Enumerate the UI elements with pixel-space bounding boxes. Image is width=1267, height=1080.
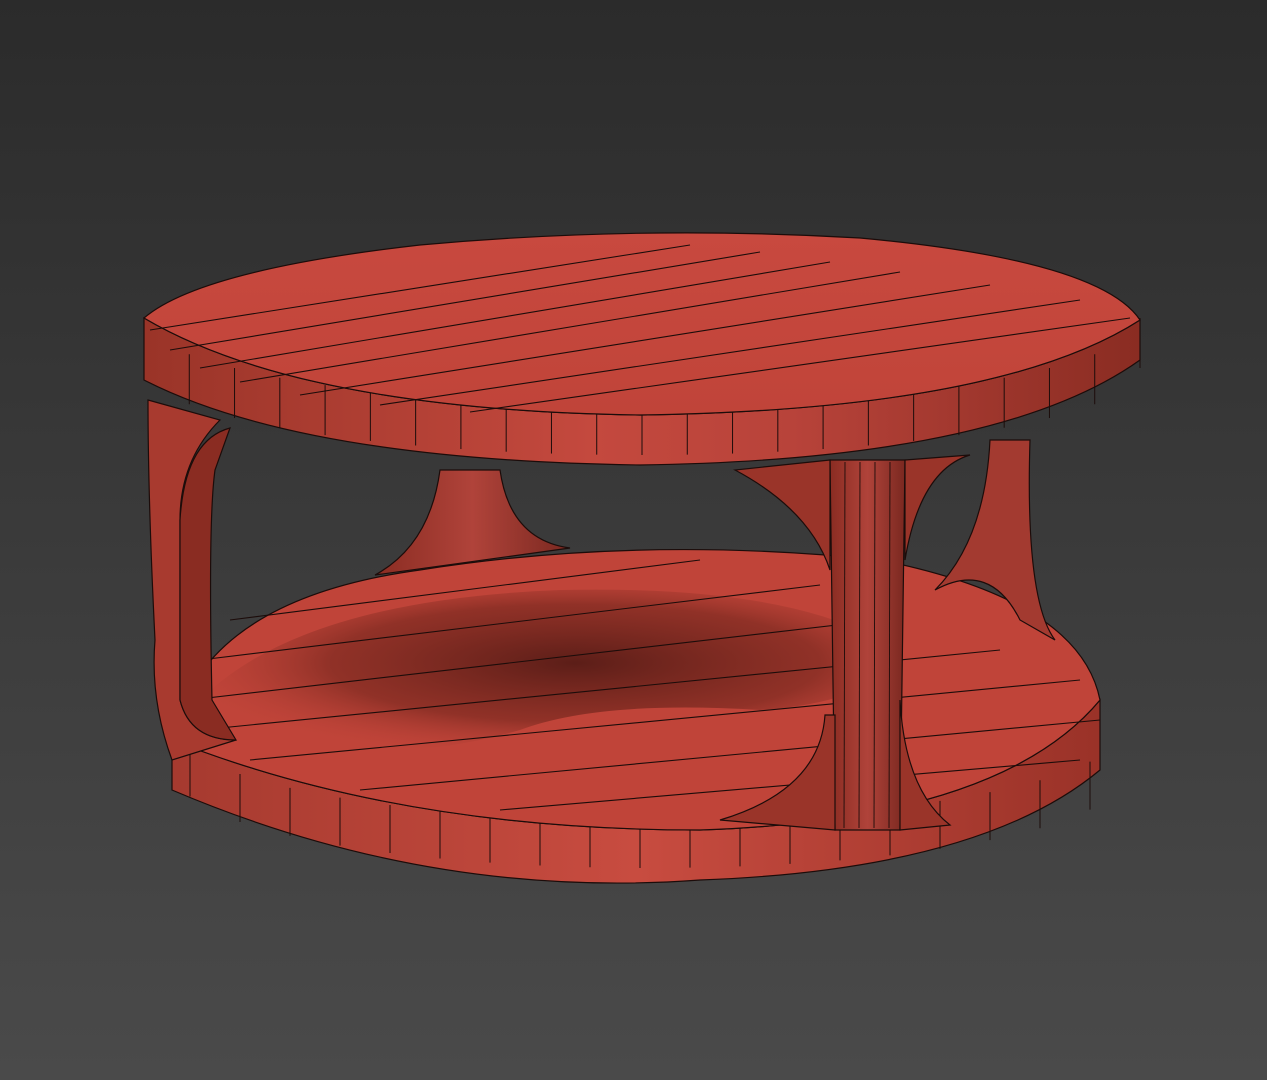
viewport-scene bbox=[0, 0, 1267, 1080]
front-leg-post bbox=[829, 459, 906, 831]
3d-viewport[interactable] bbox=[0, 0, 1267, 1080]
